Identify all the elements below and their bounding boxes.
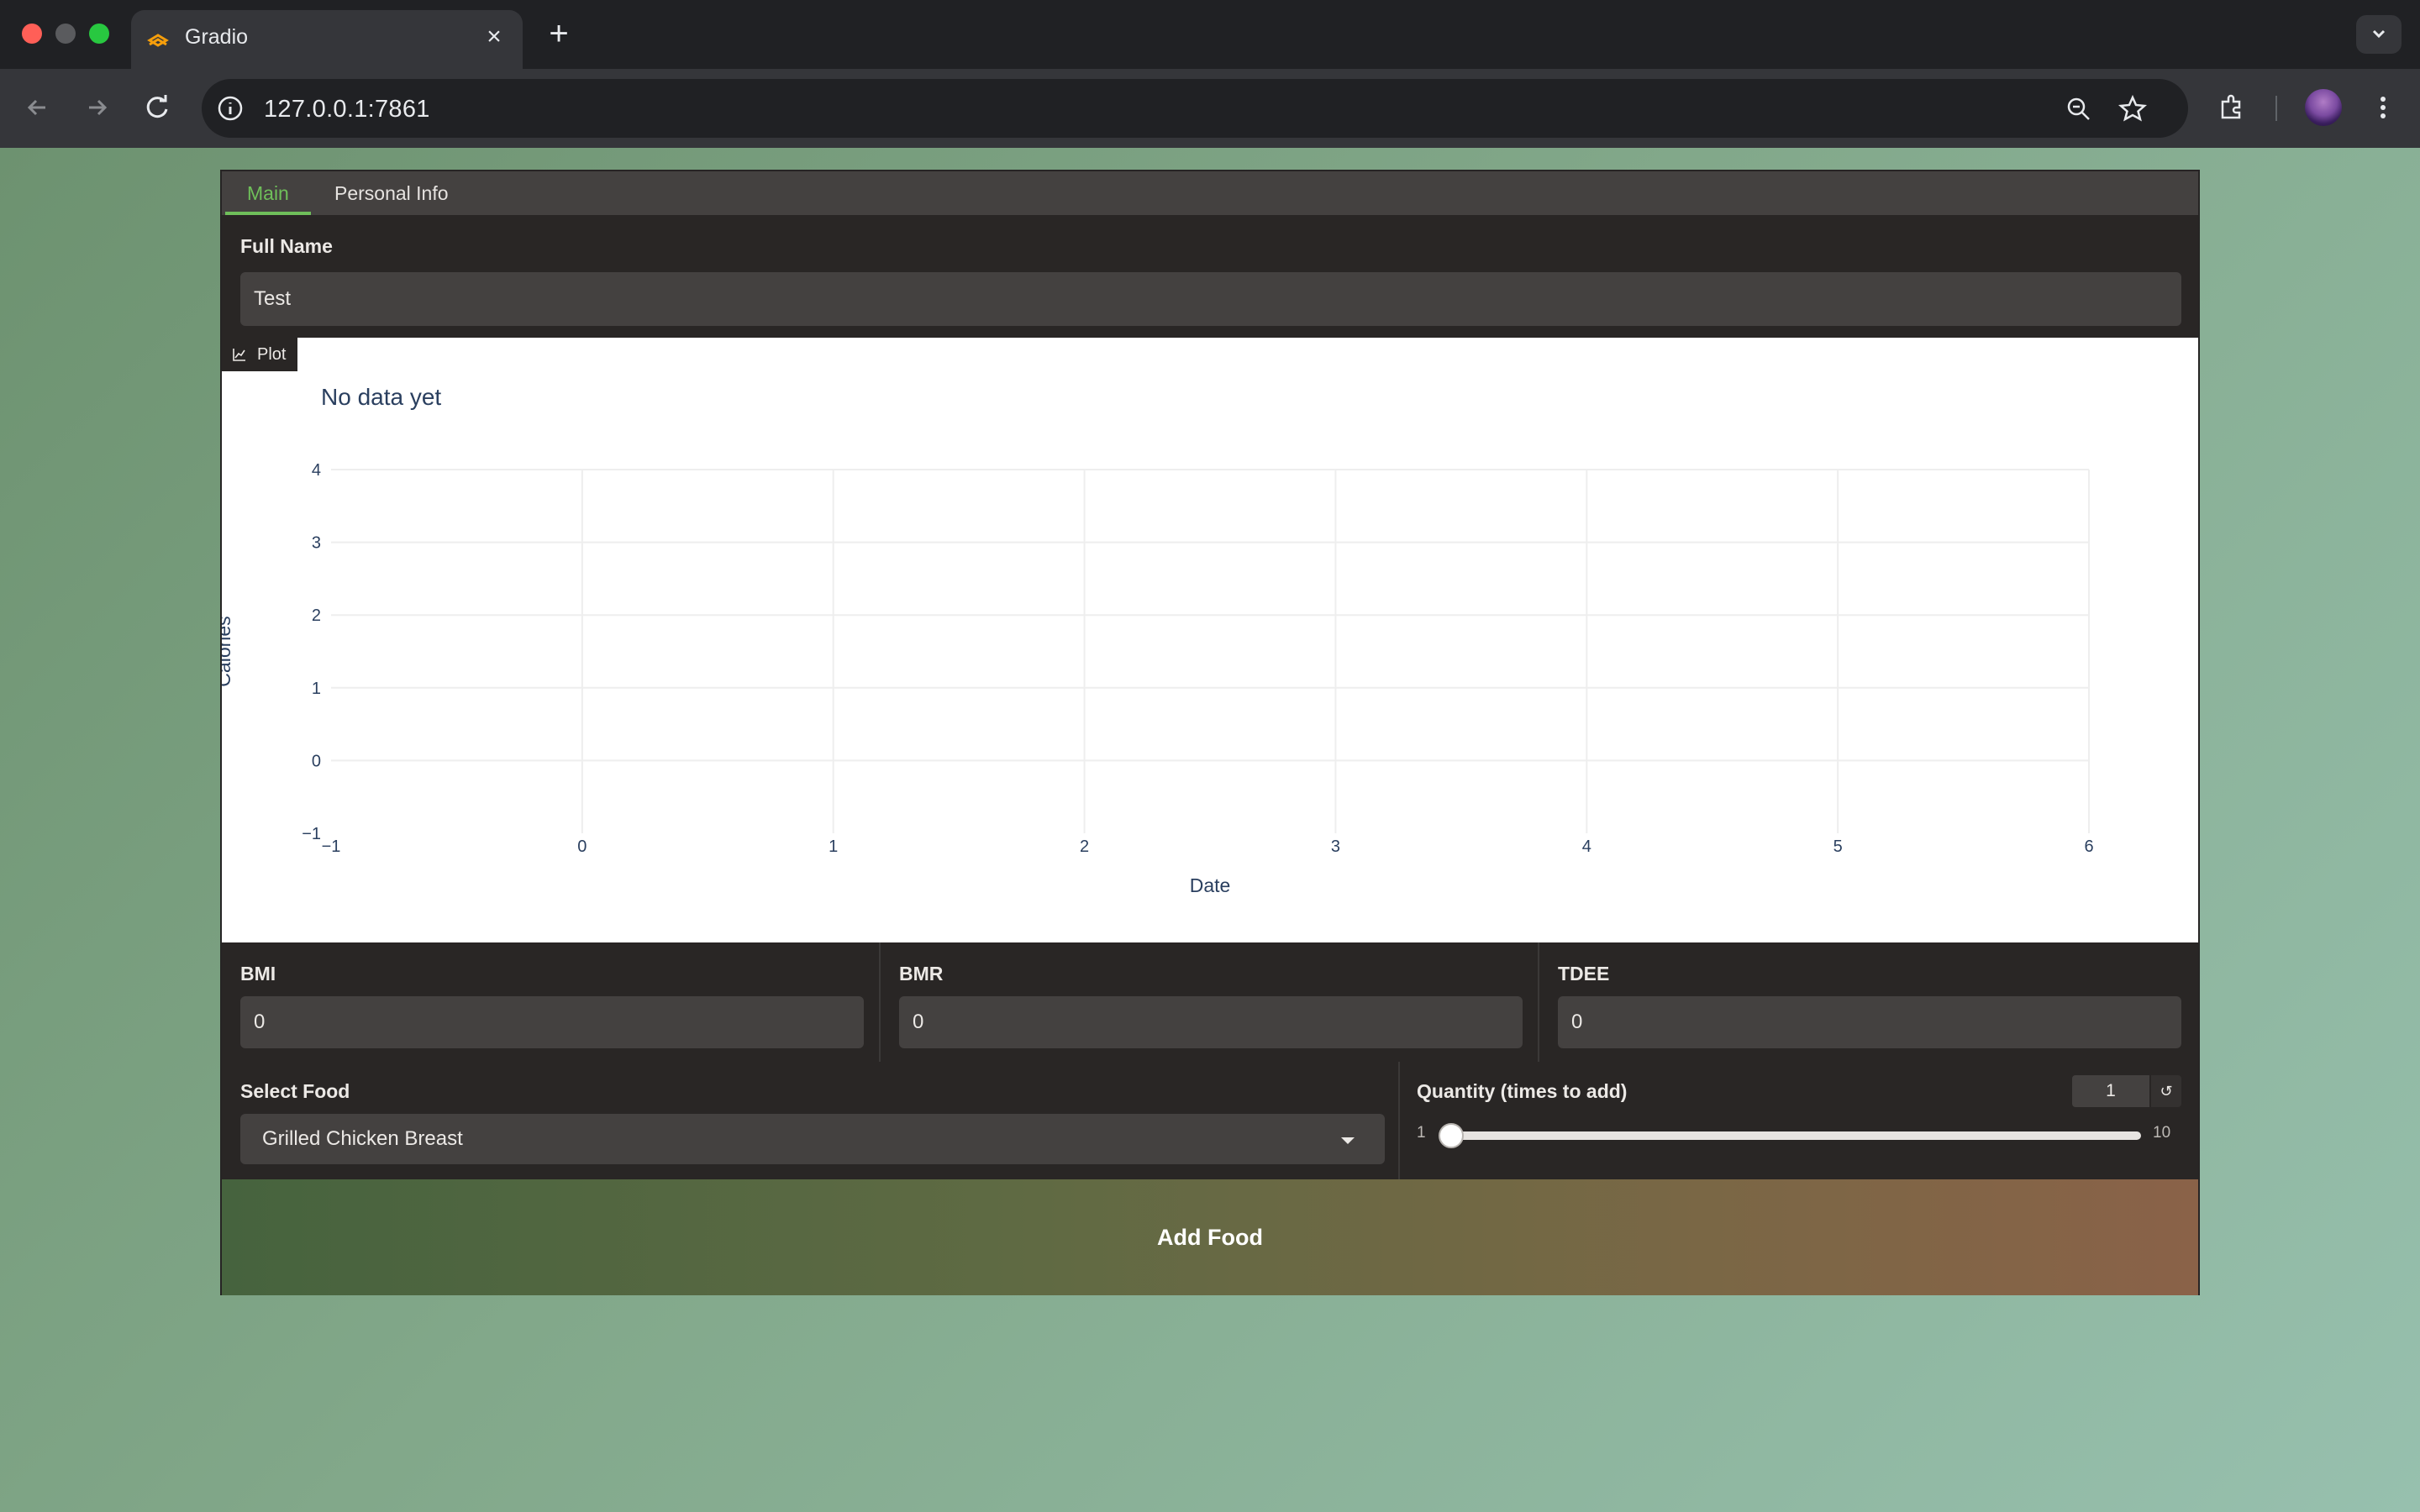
tdee-field[interactable]: 0 — [1558, 996, 2181, 1048]
slider-min-label: 1 — [1417, 1124, 1426, 1142]
y-tick-label: −1 — [302, 825, 321, 843]
y-tick-label: 0 — [312, 752, 321, 770]
bookmark-star-icon[interactable] — [2116, 92, 2149, 126]
plot-badge-label: Plot — [257, 344, 287, 364]
gradio-favicon-icon — [147, 34, 169, 47]
minimize-window-button[interactable] — [55, 24, 76, 44]
browser-tab[interactable]: Gradio × — [131, 10, 523, 69]
metrics-row: BMI 0 BMR 0 TDEE 0 — [222, 942, 2198, 1062]
new-tab-icon[interactable]: + — [541, 17, 576, 52]
full-name-label: Full Name — [240, 235, 333, 257]
bmi-block: BMI 0 — [222, 942, 879, 1062]
chevron-down-icon — [2372, 29, 2386, 39]
tab-main[interactable]: Main — [225, 171, 311, 215]
site-info-icon[interactable] — [213, 92, 247, 125]
chart-icon — [233, 349, 245, 361]
food-row: Select Food Grilled Chicken Breast Quant… — [222, 1062, 2198, 1179]
bmi-field[interactable]: 0 — [240, 996, 864, 1048]
zoom-icon[interactable] — [2062, 92, 2096, 126]
tdee-block: TDEE 0 — [1539, 942, 2198, 1062]
y-tick-label: 3 — [312, 534, 321, 553]
select-food-block: Select Food Grilled Chicken Breast — [222, 1062, 1398, 1179]
reload-icon[interactable] — [138, 87, 178, 128]
add-food-button[interactable]: Add Food — [222, 1179, 2198, 1295]
plot-container: −1 0 1 2 3 4 5 6 −1 0 1 2 3 4 No data yet Date Calories … — [222, 338, 2198, 942]
browser-tab-strip: Gradio × + — [0, 0, 2420, 69]
close-window-button[interactable] — [22, 24, 42, 44]
back-icon[interactable] — [17, 87, 57, 128]
plot-title: No data yet — [321, 384, 441, 410]
address-bar[interactable]: 127.0.0.1:7861 — [202, 79, 2188, 138]
y-tick-label: 1 — [312, 680, 321, 698]
menu-kebab-icon[interactable] — [2363, 87, 2403, 128]
page-background: Main Personal Info Full Name Test −1 0 1 2 3… — [0, 148, 2420, 1512]
full-name-input[interactable]: Test — [240, 272, 2181, 326]
x-tick-label: 1 — [829, 837, 838, 856]
bmi-label: BMI — [240, 963, 276, 984]
bmr-label: BMR — [899, 963, 944, 984]
url-text[interactable]: 127.0.0.1:7861 — [264, 96, 430, 123]
gradio-app: Main Personal Info Full Name Test −1 0 1 2 3… — [220, 170, 2200, 1295]
tdee-label: TDEE — [1558, 963, 1610, 984]
profile-avatar[interactable] — [2305, 89, 2342, 126]
food-dropdown-value: Grilled Chicken Breast — [262, 1127, 463, 1150]
select-food-label: Select Food — [240, 1080, 350, 1102]
reset-icon[interactable]: ↺ — [2151, 1075, 2181, 1107]
toolbar-separator — [2275, 96, 2277, 121]
y-tick-label: 2 — [312, 606, 321, 625]
browser-toolbar: 127.0.0.1:7861 — [0, 69, 2420, 148]
close-tab-icon[interactable]: × — [481, 24, 508, 50]
full-name-block: Full Name Test — [222, 215, 2198, 338]
x-tick-label: 4 — [1582, 837, 1591, 856]
x-axis-label: Date — [1190, 874, 1231, 896]
quantity-slider-track[interactable] — [1442, 1131, 2141, 1140]
caret-down-icon[interactable] — [1341, 1137, 1355, 1144]
maximize-window-button[interactable] — [89, 24, 109, 44]
bmr-block: BMR 0 — [881, 942, 1538, 1062]
x-tick-label: 2 — [1080, 837, 1089, 856]
slider-max-label: 10 — [2153, 1124, 2171, 1142]
tab-search-button[interactable] — [2356, 15, 2402, 54]
x-tick-label: 0 — [577, 837, 587, 856]
extensions-icon[interactable] — [2212, 87, 2252, 128]
x-tick-label: 6 — [2084, 837, 2093, 856]
x-tick-label: 3 — [1331, 837, 1340, 856]
quantity-slider-thumb[interactable] — [1439, 1123, 1464, 1148]
y-tick-label: 4 — [312, 461, 321, 480]
tab-nav: Main Personal Info — [222, 171, 2198, 215]
plot-badge: Plot — [222, 338, 297, 371]
forward-icon[interactable] — [77, 87, 118, 128]
browser-tab-title: Gradio — [185, 25, 249, 49]
quantity-number-input[interactable]: 1 — [2072, 1075, 2149, 1107]
food-dropdown[interactable]: Grilled Chicken Breast — [240, 1114, 1385, 1164]
bmr-field[interactable]: 0 — [899, 996, 1523, 1048]
x-tick-label: −1 — [322, 837, 341, 856]
quantity-label: Quantity (times to add) — [1417, 1080, 1628, 1102]
y-axis-label: Calories — [222, 616, 234, 686]
quantity-block: Quantity (times to add) 1 ↺ 1 10 — [1400, 1062, 2198, 1179]
x-tick-label: 5 — [1833, 837, 1843, 856]
tab-personal-info[interactable]: Personal Info — [313, 171, 471, 215]
calories-plot: −1 0 1 2 3 4 5 6 −1 0 1 2 3 4 No data yet Date Calories — [222, 384, 2094, 896]
